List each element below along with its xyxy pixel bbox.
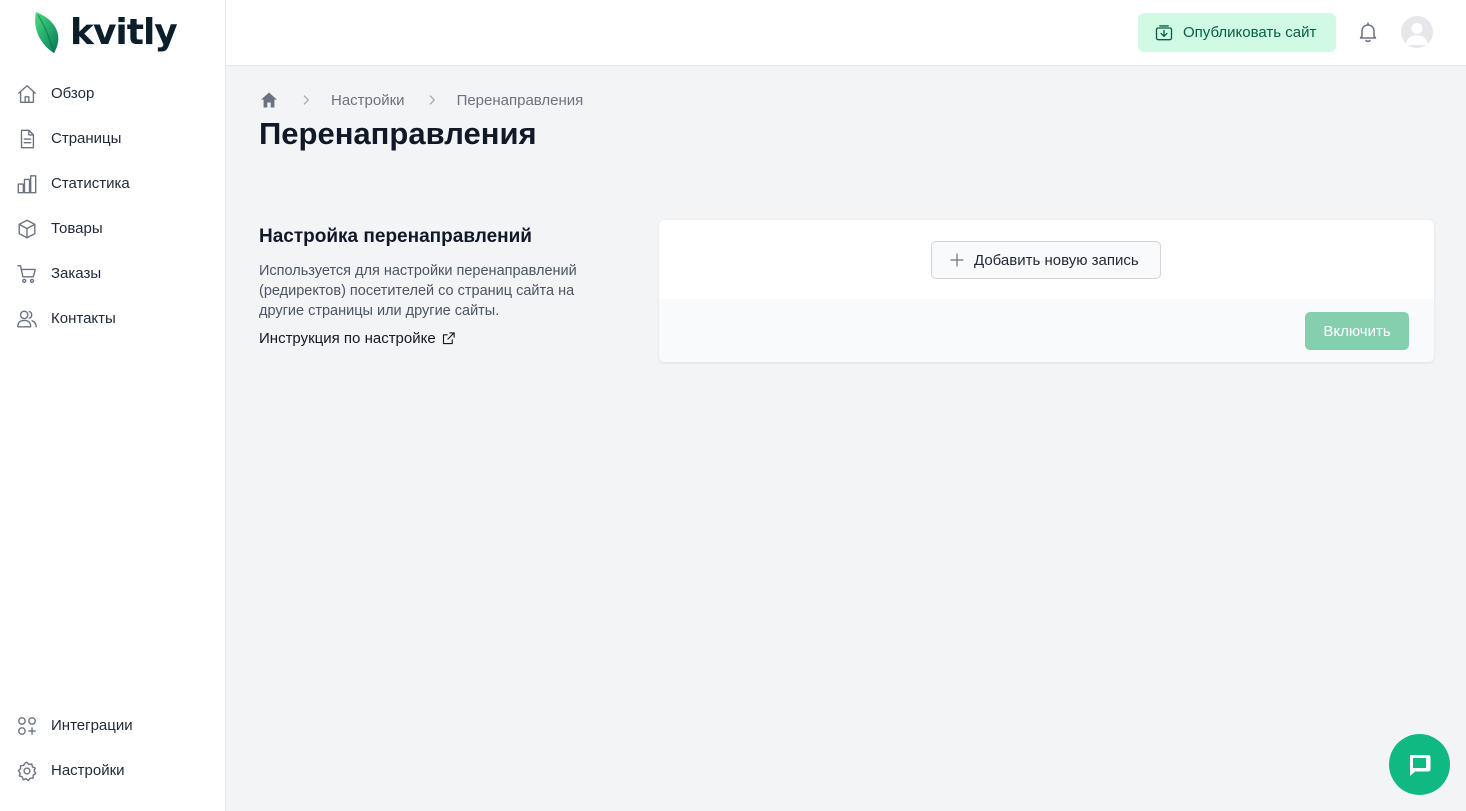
avatar-icon[interactable] (1401, 16, 1433, 48)
leaf-icon (35, 12, 59, 54)
sidebar-item-integrations[interactable]: Интеграции (0, 703, 226, 748)
home-icon[interactable] (259, 90, 279, 110)
sidebar-item-label: Контакты (51, 310, 116, 327)
sidebar: kvitly Обзор Страницы Статистика Товары (0, 0, 226, 811)
sidebar-nav: Обзор Страницы Статистика Товары Заказы (0, 71, 226, 341)
card-body: Добавить новую запись (659, 220, 1434, 299)
brand-name: kvitly (70, 12, 178, 53)
card-footer: Включить (659, 299, 1434, 362)
sidebar-item-overview[interactable]: Обзор (0, 71, 226, 116)
cart-icon (16, 263, 38, 285)
users-icon (16, 308, 38, 330)
publish-site-button[interactable]: Опубликовать сайт (1138, 13, 1336, 52)
sidebar-bottom-nav: Интеграции Настройки (0, 703, 226, 793)
section-title: Настройка перенаправлений (259, 226, 532, 247)
breadcrumb: Настройки Перенаправления (259, 89, 583, 111)
chevron-right-icon (299, 93, 313, 107)
sidebar-item-settings[interactable]: Настройки (0, 748, 226, 793)
sidebar-item-label: Обзор (51, 85, 95, 102)
sidebar-item-label: Заказы (51, 265, 102, 282)
sidebar-item-contacts[interactable]: Контакты (0, 296, 226, 341)
bell-icon[interactable] (1356, 20, 1380, 44)
integrations-icon (16, 715, 38, 737)
breadcrumb-item-redirects: Перенаправления (456, 91, 584, 109)
plus-icon (950, 253, 964, 267)
logo[interactable]: kvitly (34, 12, 178, 54)
sidebar-item-statistics[interactable]: Статистика (0, 161, 226, 206)
external-link-icon (442, 332, 455, 345)
sidebar-item-pages[interactable]: Страницы (0, 116, 226, 161)
add-record-button[interactable]: Добавить новую запись (931, 241, 1161, 279)
page-title: Перенаправления (259, 116, 537, 151)
publish-icon (1155, 24, 1173, 40)
sidebar-item-label: Товары (51, 220, 103, 237)
chat-widget-button[interactable] (1389, 734, 1450, 795)
box-icon (16, 218, 38, 240)
topbar: Опубликовать сайт (226, 0, 1466, 66)
publish-site-label: Опубликовать сайт (1183, 24, 1317, 41)
chat-icon (1409, 754, 1430, 776)
sidebar-item-label: Интеграции (51, 717, 133, 734)
home-icon (16, 83, 38, 105)
sidebar-item-products[interactable]: Товары (0, 206, 226, 251)
section-description: Используется для настройки перенаправлен… (259, 263, 577, 319)
chevron-right-icon (425, 93, 439, 107)
gear-icon (16, 760, 38, 782)
sidebar-item-label: Статистика (51, 175, 130, 192)
document-icon (16, 128, 38, 150)
sidebar-item-label: Страницы (51, 130, 122, 147)
instructions-link[interactable]: Инструкция по настройке (259, 330, 456, 347)
add-record-label: Добавить новую запись (974, 251, 1139, 269)
chart-icon (16, 173, 38, 195)
breadcrumb-item-settings[interactable]: Настройки (331, 92, 405, 109)
enable-button[interactable]: Включить (1305, 312, 1409, 350)
redirects-card: Добавить новую запись Включить (659, 220, 1434, 362)
sidebar-item-orders[interactable]: Заказы (0, 251, 226, 296)
instructions-link-label: Инструкция по настройке (259, 330, 436, 347)
sidebar-item-label: Настройки (51, 762, 125, 779)
